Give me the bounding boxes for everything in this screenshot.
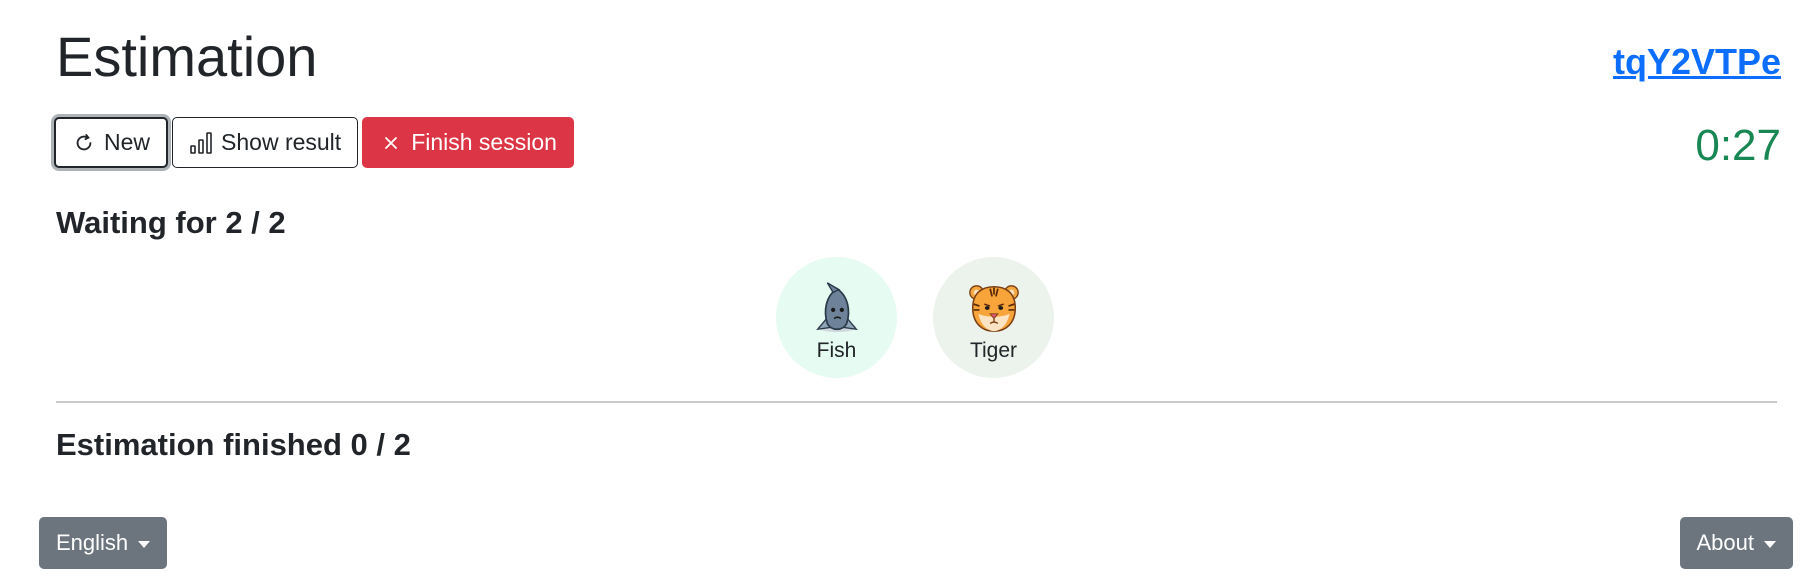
participant-name: Tiger — [969, 338, 1018, 362]
waiting-heading: Waiting for 2 / 2 — [56, 205, 286, 240]
participant-tiger: Tiger — [933, 257, 1054, 378]
countdown-timer: 0:27 — [1695, 121, 1781, 170]
page: Estimation tqY2VTPe New Show result Fini… — [0, 0, 1813, 580]
toolbar: New Show result Finish session — [54, 117, 574, 168]
new-button[interactable]: New — [54, 117, 169, 168]
new-button-label: New — [104, 129, 151, 155]
show-result-button-label: Show result — [221, 129, 342, 155]
finish-session-button[interactable]: Finish session — [362, 117, 574, 168]
caret-down-icon — [138, 540, 151, 548]
fish-icon — [815, 281, 858, 332]
language-dropdown-label: English — [56, 530, 129, 555]
bar-chart-icon — [189, 131, 213, 155]
finish-session-button-label: Finish session — [411, 129, 557, 155]
finished-heading: Estimation finished 0 / 2 — [56, 427, 411, 462]
refresh-icon — [72, 131, 96, 155]
tiger-icon — [968, 284, 1019, 332]
about-dropdown[interactable]: About — [1679, 517, 1793, 569]
participant-name: Fish — [816, 338, 857, 362]
participant-list: Fish Tiger — [776, 257, 1054, 378]
about-dropdown-label: About — [1696, 530, 1755, 555]
show-result-button[interactable]: Show result — [172, 117, 359, 168]
participant-fish: Fish — [776, 257, 897, 378]
close-icon — [379, 131, 403, 155]
caret-down-icon — [1764, 540, 1776, 548]
section-divider — [56, 401, 1777, 403]
session-code-link[interactable]: tqY2VTPe — [1613, 38, 1781, 86]
language-dropdown[interactable]: English — [39, 517, 168, 569]
page-title: Estimation — [56, 25, 318, 88]
